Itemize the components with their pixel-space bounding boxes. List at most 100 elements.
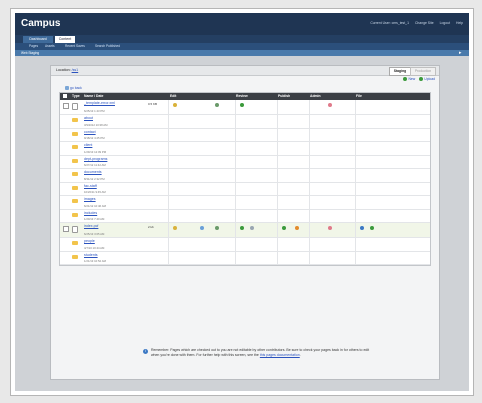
column-divider — [309, 128, 310, 141]
main-nav: Dashboard Content — [15, 35, 469, 43]
row-name-link[interactable]: about — [84, 116, 93, 120]
column-divider — [355, 169, 356, 182]
row-name-link[interactable]: index.pcf — [84, 224, 98, 228]
arrow-right-icon[interactable]: ▸ — [459, 50, 465, 56]
row-date: 6/25/13 3:05 AM — [84, 232, 105, 236]
publish-icon[interactable] — [282, 226, 286, 230]
column-divider — [235, 115, 236, 128]
copy-icon[interactable] — [360, 226, 364, 230]
column-divider — [309, 238, 310, 251]
column-divider — [168, 238, 169, 251]
row-name-link[interactable]: includes — [84, 211, 97, 215]
upload-label: Upload — [424, 77, 435, 81]
table-row[interactable]: index.pcf 6/25/13 3:05 AM 2 kb — [60, 223, 430, 238]
table-row[interactable]: contact 9/18/12 4:25 PM — [60, 128, 430, 142]
column-divider — [235, 182, 236, 195]
help-link[interactable]: Help — [456, 21, 463, 25]
change-site-link[interactable]: Change Site — [415, 21, 434, 25]
documentation-link[interactable]: this pages documentation — [260, 353, 300, 357]
column-divider — [235, 128, 236, 141]
column-divider — [355, 209, 356, 222]
subnav-search-published[interactable]: Search Published — [95, 44, 120, 48]
table-row[interactable]: documents 8/31/12 2:32 PM — [60, 169, 430, 183]
row-date: 4/7/10 10:44 AM — [84, 245, 105, 250]
top-links: Current User: cms_test_1 Change Site Log… — [370, 21, 463, 25]
row-checkbox[interactable] — [63, 226, 69, 232]
select-all-checkbox[interactable] — [63, 94, 67, 98]
history-icon[interactable] — [215, 226, 219, 230]
row-date: 10/20/11 9:45 AM — [84, 190, 106, 194]
history-icon[interactable] — [215, 103, 219, 107]
column-divider — [309, 182, 310, 195]
edit-icon[interactable] — [173, 103, 177, 107]
row-name-link[interactable]: _template-error.xml — [84, 101, 115, 105]
upload-icon — [419, 77, 424, 81]
production-button[interactable]: Production — [410, 67, 436, 76]
top-bar: Campus Current User: cms_test_1 Change S… — [15, 13, 469, 35]
column-divider — [355, 196, 356, 209]
table-row[interactable]: students 1/21/13 10:52 AM — [60, 251, 430, 265]
logout-link[interactable]: Logout — [440, 21, 450, 25]
row-name-link[interactable]: students — [84, 253, 98, 257]
location-path-link[interactable]: /ss1 — [72, 68, 79, 72]
tab-dashboard[interactable]: Dashboard — [23, 36, 53, 43]
table-row[interactable]: _template-error.xml 6/25/13 1:43 PM 0.5 KB — [60, 100, 430, 115]
column-divider — [168, 196, 169, 209]
row-size: 0.5 KB — [148, 102, 158, 106]
table-row[interactable]: fac-staff 10/20/11 9:45 AM — [60, 182, 430, 196]
edit-icon[interactable] — [173, 226, 177, 230]
go-back-label: go back — [70, 86, 82, 90]
table-row[interactable]: about 3/9/2012 10:38 AM — [60, 115, 430, 129]
column-divider — [355, 115, 356, 128]
go-back-link[interactable]: go back — [65, 86, 82, 90]
column-divider — [277, 196, 278, 209]
subnav-recent-saves[interactable]: Recent Saves — [65, 44, 85, 48]
admin-icon[interactable] — [328, 226, 332, 230]
column-divider — [309, 209, 310, 222]
subnav-pages[interactable]: Pages — [29, 44, 38, 48]
review-icon[interactable] — [240, 226, 244, 230]
actions: New Upload — [403, 77, 435, 81]
folder-icon — [72, 212, 78, 217]
row-date: 1/29/13 12:09 PM — [84, 149, 107, 154]
column-divider — [168, 209, 169, 222]
subnav-assets[interactable]: Assets — [45, 44, 55, 48]
new-button[interactable]: New — [403, 77, 415, 81]
column-divider — [235, 223, 236, 237]
staging-button[interactable]: Staging — [389, 67, 411, 76]
table-row[interactable]: people 4/7/10 10:44 AM — [60, 238, 430, 252]
row-name-link[interactable]: contact — [84, 130, 96, 134]
row-name-link[interactable]: dept-programs — [84, 157, 107, 161]
current-user-link[interactable]: Current User: cms_test_1 — [370, 21, 409, 25]
table-row[interactable]: dept-programs 6/27/12 11:42 AM — [60, 155, 430, 169]
row-name-link[interactable]: documents — [84, 170, 102, 174]
tab-content[interactable]: Content — [55, 36, 75, 43]
column-divider — [355, 100, 356, 114]
header-type: Type — [72, 94, 80, 98]
row-name-link[interactable]: images — [84, 197, 96, 201]
admin-icon[interactable] — [328, 103, 332, 107]
column-divider — [235, 251, 236, 264]
column-divider — [277, 238, 278, 251]
review-icon[interactable] — [240, 103, 244, 107]
column-divider — [277, 223, 278, 237]
notice-end: . — [299, 353, 301, 357]
compare-icon[interactable] — [250, 226, 254, 230]
folder-icon — [72, 158, 78, 163]
column-divider — [309, 196, 310, 209]
table-row[interactable]: includes 1/20/13 7:40 AM — [60, 209, 430, 223]
row-name-link[interactable]: client — [84, 143, 92, 147]
schedule-icon[interactable] — [295, 226, 299, 230]
folder-icon — [72, 118, 78, 122]
folder-icon — [72, 254, 78, 259]
row-name-link[interactable]: people — [84, 239, 95, 243]
row-checkbox[interactable] — [63, 103, 69, 109]
location-label: Location: — [56, 68, 71, 72]
folder-icon — [72, 199, 78, 203]
preview-icon[interactable] — [200, 226, 204, 230]
upload-button[interactable]: Upload — [419, 77, 435, 81]
table-row[interactable]: client 1/29/13 12:09 PM — [60, 142, 430, 156]
move-icon[interactable] — [370, 226, 374, 230]
row-name-link[interactable]: fac-staff — [84, 184, 97, 188]
table-row[interactable]: images 6/21/12 10:46 AM — [60, 196, 430, 210]
